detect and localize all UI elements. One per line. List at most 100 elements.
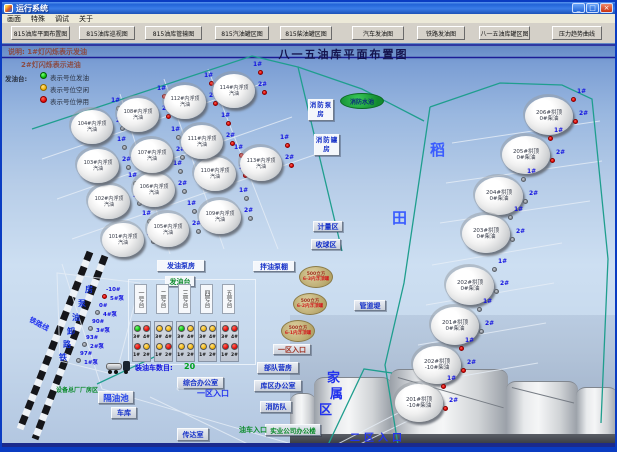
fire-pump-room-box: 消防泵房 <box>308 99 334 121</box>
toolbar-button-plan-layout[interactable]: 815油库平面布置图 <box>11 26 70 40</box>
lamp2-label: 2# <box>122 157 131 163</box>
menu-bar: 画面 特殊 调试 关于 <box>2 14 615 23</box>
gas-tank-106: 106#内浮顶汽油1#2# <box>133 173 175 207</box>
lamp1-indicator <box>226 121 231 126</box>
bay3-label: 3# <box>155 336 162 340</box>
toolbar-button-pipeline-view[interactable]: 815油库管输图 <box>145 26 202 40</box>
lamp1-label: 1# <box>514 207 523 213</box>
bay1-lamp <box>134 343 141 350</box>
bay3-label: 3# <box>221 336 228 340</box>
minimize-button[interactable]: _ <box>572 3 585 13</box>
tank-symbol[interactable]: 108#内浮顶汽油 <box>117 98 159 132</box>
lamp1-label: 1# <box>239 188 248 194</box>
pump-grade: -10# <box>106 287 121 293</box>
menu-item-screens[interactable]: 画面 <box>2 14 26 24</box>
platform-4-name: 四号台 <box>200 284 213 314</box>
platform-1-lamps: 3#4#1#2# <box>132 321 151 362</box>
gas-tank-107: 107#内浮顶汽油1#2# <box>131 139 173 173</box>
zone1-gate-box: 一区入口 <box>273 344 311 355</box>
rail-house-char: 泵 <box>78 298 86 309</box>
app-window: 运行系统 _ □ × 画面 特殊 调试 关于 815油库平面布置图 815油库巡… <box>0 0 617 452</box>
tank-symbol[interactable]: 206#拱顶0#柴油 <box>525 97 573 135</box>
platform-1-name: 一号台 <box>134 284 147 314</box>
platform-4-lamps: 3#4#1#2# <box>198 321 217 362</box>
fire-tank-room-box: 消防罐房 <box>314 134 340 156</box>
tank-symbol[interactable]: 105#内浮顶汽油 <box>147 213 189 247</box>
diesel-tank-203: 203#拱顶0#柴油1#2# <box>462 215 510 253</box>
tank-symbol[interactable]: 113#内浮顶汽油 <box>240 147 282 181</box>
lamp2-indicator <box>262 90 267 95</box>
tank-product: 汽油 <box>104 202 114 208</box>
page-title: 八一五油库平面布置图 <box>72 46 615 62</box>
tank-symbol[interactable]: 203#拱顶0#柴油 <box>462 215 510 253</box>
tank-product: 0#柴油 <box>516 155 535 161</box>
toolbar-button-patrol-view[interactable]: 815油库巡视图 <box>79 26 135 40</box>
menu-item-debug[interactable]: 调试 <box>50 14 74 24</box>
toolbar-button-rail-dispatch[interactable]: 铁路发油图 <box>417 26 465 40</box>
pump-name: 5#泵 <box>110 294 124 302</box>
lamp2-indicator <box>573 119 578 124</box>
tank-symbol[interactable]: 103#内浮顶汽油 <box>77 149 119 183</box>
toolbar-button-tank-area[interactable]: 八一五油库罐区图 <box>479 26 530 40</box>
close-button[interactable]: × <box>600 3 613 13</box>
legend-yellow-lamp-icon <box>40 84 47 91</box>
sphere-id: 6-3内浮顶罐 <box>303 277 329 282</box>
platform-5-lamps: 3#4#1#2# <box>220 321 239 362</box>
maximize-button[interactable]: □ <box>586 3 599 13</box>
legend-line2: 2#灯闪烁表示进油 <box>21 60 81 70</box>
gas-tank-112: 112#内浮顶汽油1#2# <box>164 85 206 119</box>
tank-symbol[interactable]: 114#内浮顶汽油 <box>213 74 255 108</box>
bay2-label: 2# <box>187 354 194 358</box>
tank-symbol[interactable]: 104#内浮顶汽油 <box>71 110 113 144</box>
lamp2-label: 2# <box>556 150 565 156</box>
tank-symbol[interactable]: 107#内浮顶汽油 <box>131 139 173 173</box>
diesel-tank-206: 206#拱顶0#柴油1#2# <box>525 97 573 135</box>
tank-symbol[interactable]: 102#内浮顶汽油 <box>88 185 130 219</box>
legend-yellow-label: 表示号位空闲 <box>50 84 89 94</box>
rail-house-char: 房 <box>85 284 93 295</box>
bay3-lamp <box>134 325 141 332</box>
toolbar-button-diesel-area[interactable]: 815柴油罐区图 <box>280 26 332 40</box>
bay4-lamp <box>187 325 194 332</box>
toolbar-button-truck-dispatch[interactable]: 汽车发油图 <box>352 26 404 40</box>
bay1-lamp <box>178 343 185 350</box>
lamp1-label: 1# <box>465 338 474 344</box>
bay1-label: 1# <box>133 354 140 358</box>
rail-pump-2: 93#2#泵 <box>82 335 112 349</box>
lamp2-label: 2# <box>244 208 253 214</box>
gas-tank-108: 108#内浮顶汽油1#2# <box>117 98 159 132</box>
tank-symbol[interactable]: 201#拱顶-10#柴油 <box>395 384 443 422</box>
legend-green-lamp-icon <box>40 72 47 79</box>
tank-symbol[interactable]: 110#内浮顶汽油 <box>194 157 236 191</box>
bay2-lamp <box>165 343 172 350</box>
tank-symbol[interactable]: 109#内浮顶汽油 <box>199 200 241 234</box>
platform-3-lamps: 3#4#1#2# <box>176 321 195 362</box>
tank-symbol[interactable]: 106#内浮顶汽油 <box>133 173 175 207</box>
legend-green-label: 表示号位发油 <box>50 72 89 82</box>
bay1-lamp <box>200 343 207 350</box>
bottom-border <box>2 443 615 447</box>
bay2-lamp <box>143 343 150 350</box>
title-bar[interactable]: 运行系统 _ □ × <box>2 2 615 14</box>
menu-item-special[interactable]: 特殊 <box>26 14 50 24</box>
toolbar-button-gasoline-area[interactable]: 815汽油罐区图 <box>215 26 269 40</box>
toolbar: 815油库平面布置图 815油库巡视图 815油库管输图 815汽油罐区图 81… <box>2 23 615 43</box>
bay1-lamp <box>156 343 163 350</box>
storage-sphere-6-2: 500立方6-2内浮顶罐 <box>293 293 327 315</box>
lamp1-label: 1# <box>498 259 507 265</box>
truck-tank <box>106 363 122 370</box>
pump-lamp <box>88 326 93 331</box>
lamp1-indicator <box>285 143 290 148</box>
toolbar-button-pressure-trend[interactable]: 压力趋势曲线 <box>552 26 602 40</box>
pipeline-dike-box: 管道堤 <box>354 300 386 311</box>
tank-product: -10#柴油 <box>425 365 450 371</box>
tank-symbol[interactable]: 205#拱顶0#柴油 <box>502 136 550 174</box>
menu-item-about[interactable]: 关于 <box>74 14 98 24</box>
tank-symbol[interactable]: 112#内浮顶汽油 <box>164 85 206 119</box>
platform-3-name: 三号台 <box>178 284 191 314</box>
metering-area-box: 计量区 <box>313 221 343 232</box>
tank-symbol[interactable]: 101#内浮顶汽油 <box>102 223 144 257</box>
lamp2-label: 2# <box>226 133 235 139</box>
tank-symbol[interactable]: 111#内浮顶汽油 <box>181 125 223 159</box>
pump-grade: 90# <box>92 319 104 325</box>
